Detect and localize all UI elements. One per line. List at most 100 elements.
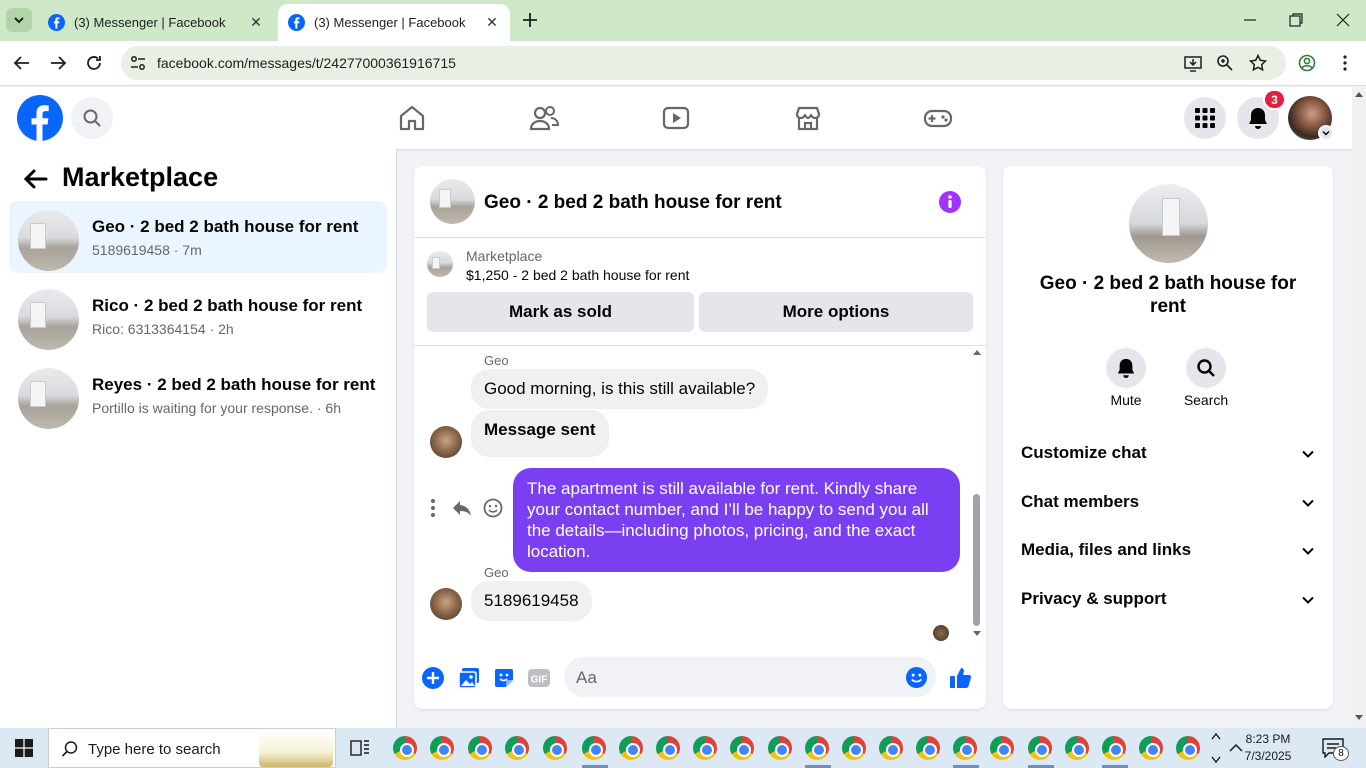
install-app-icon[interactable]: [1184, 54, 1202, 72]
chrome-taskbar-icon[interactable]: [1102, 736, 1126, 760]
account-caret[interactable]: [1318, 125, 1334, 141]
outgoing-message[interactable]: The apartment is still available for ren…: [513, 468, 960, 572]
address-bar[interactable]: facebook.com/messages/t/2427700036191671…: [121, 46, 1286, 80]
marketplace-icon[interactable]: [793, 103, 823, 133]
chrome-taskbar-icon[interactable]: [393, 736, 417, 760]
back-arrow-icon[interactable]: [22, 168, 48, 190]
chrome-taskbar-icon[interactable]: [1028, 736, 1052, 760]
mute-button[interactable]: [1106, 348, 1146, 388]
chrome-taskbar-icon[interactable]: [916, 736, 940, 760]
scroll-down-icon[interactable]: [1355, 715, 1363, 721]
browser-tab-1[interactable]: (3) Messenger | Facebook ✕: [38, 4, 274, 41]
gaming-icon[interactable]: [923, 103, 953, 133]
gif-icon[interactable]: GIF: [527, 666, 551, 690]
search-highlight-image[interactable]: [259, 731, 333, 767]
scroll-up-icon[interactable]: [1355, 91, 1363, 97]
reply-icon[interactable]: [451, 497, 473, 519]
start-button[interactable]: [0, 728, 48, 768]
chrome-taskbar-icon[interactable]: [953, 736, 977, 760]
customize-chat-row[interactable]: Customize chat: [1021, 439, 1321, 469]
chrome-taskbar-icon[interactable]: [805, 736, 829, 760]
mark-as-sold-button[interactable]: Mark as sold: [427, 292, 694, 332]
incoming-message[interactable]: Good morning, is this still available?: [471, 369, 769, 409]
more-options-button[interactable]: More options: [699, 292, 973, 332]
chat-members-row[interactable]: Chat members: [1021, 488, 1321, 518]
chrome-taskbar-icon[interactable]: [730, 736, 754, 760]
chrome-taskbar-icon[interactable]: [842, 736, 866, 760]
sender-avatar[interactable]: [430, 588, 462, 620]
more-actions-icon[interactable]: [422, 497, 444, 519]
scrollbar-thumb[interactable]: [973, 494, 980, 626]
chrome-taskbar-icon[interactable]: [505, 736, 529, 760]
listing-large-thumbnail[interactable]: [1129, 184, 1208, 263]
forward-icon[interactable]: [48, 53, 68, 73]
scroll-up-icon[interactable]: [972, 348, 982, 356]
sticker-icon[interactable]: [492, 666, 516, 690]
chrome-taskbar-icon[interactable]: [879, 736, 903, 760]
info-icon[interactable]: [938, 190, 962, 214]
search-in-conversation-button[interactable]: [1186, 348, 1226, 388]
taskbar-clock[interactable]: 8:23 PM 7/3/2025: [1228, 731, 1308, 765]
scroll-down-icon[interactable]: [972, 630, 982, 638]
chrome-taskbar-icon[interactable]: [619, 736, 643, 760]
minimize-icon[interactable]: [1242, 12, 1258, 28]
chrome-taskbar-icon[interactable]: [1139, 736, 1163, 760]
chrome-taskbar-icon[interactable]: [1176, 736, 1200, 760]
media-files-links-row[interactable]: Media, files and links: [1021, 536, 1321, 566]
listing-price-title[interactable]: $1,250 - 2 bed 2 bath house for rent: [466, 267, 689, 283]
incoming-message[interactable]: 5189619458: [471, 581, 592, 621]
new-tab-icon[interactable]: [520, 10, 540, 30]
restore-icon[interactable]: [1288, 12, 1304, 28]
chat-avatar-thumbnail[interactable]: [430, 179, 475, 224]
message-input-placeholder: Aa: [576, 668, 597, 687]
bookmark-star-icon[interactable]: [1249, 54, 1267, 72]
friends-icon[interactable]: [529, 103, 559, 133]
chrome-taskbar-icon[interactable]: [768, 736, 792, 760]
emoji-icon[interactable]: [905, 666, 928, 689]
chrome-taskbar-icon[interactable]: [468, 736, 492, 760]
conversation-item[interactable]: Geo · 2 bed 2 bath house for rent 518961…: [9, 201, 387, 273]
facebook-logo-icon[interactable]: [17, 95, 63, 141]
page-scrollbar[interactable]: [1352, 87, 1366, 727]
clock-time: 8:23 PM: [1245, 732, 1291, 746]
task-view-icon[interactable]: [350, 738, 370, 758]
chrome-taskbar-icon[interactable]: [693, 736, 717, 760]
chrome-taskbar-icon[interactable]: [430, 736, 454, 760]
browser-tab-2[interactable]: (3) Messenger | Facebook ✕: [278, 4, 510, 41]
chrome-taskbar-icon[interactable]: [543, 736, 567, 760]
video-icon[interactable]: [661, 103, 691, 133]
back-icon[interactable]: [12, 53, 32, 73]
like-thumb-icon[interactable]: [949, 666, 973, 690]
tab-search-button[interactable]: [6, 8, 32, 32]
menu-button[interactable]: [1184, 97, 1226, 139]
conversation-item[interactable]: Rico · 2 bed 2 bath house for rent Rico:…: [9, 280, 387, 352]
photo-icon[interactable]: [457, 666, 481, 690]
privacy-support-row[interactable]: Privacy & support: [1021, 585, 1321, 615]
browser-menu-icon[interactable]: [1336, 54, 1354, 72]
chat-title[interactable]: Geo · 2 bed 2 bath house for rent: [484, 192, 782, 214]
sender-avatar[interactable]: [430, 426, 462, 458]
taskbar-search-box[interactable]: Type here to search: [48, 728, 336, 768]
chrome-taskbar-icon[interactable]: [582, 736, 606, 760]
chrome-taskbar-icon[interactable]: [656, 736, 680, 760]
taskbar-scroll-icon[interactable]: [1211, 731, 1221, 765]
facebook-search-button[interactable]: [71, 97, 113, 139]
chrome-taskbar-icon[interactable]: [990, 736, 1014, 760]
chrome-taskbar-icon[interactable]: [1065, 736, 1089, 760]
react-smiley-icon[interactable]: [482, 497, 504, 519]
plus-circle-icon[interactable]: [421, 666, 445, 690]
listing-thumbnail[interactable]: [427, 251, 453, 277]
zoom-icon[interactable]: [1216, 54, 1234, 72]
profile-icon[interactable]: [1298, 54, 1316, 72]
chat-scrollbar[interactable]: [972, 348, 982, 644]
incoming-message[interactable]: Message sent: [471, 410, 609, 457]
reload-icon[interactable]: [84, 53, 104, 73]
home-icon[interactable]: [397, 103, 427, 133]
close-tab-icon[interactable]: ✕: [484, 14, 500, 31]
message-sender: Geo: [484, 565, 509, 580]
close-window-icon[interactable]: [1335, 12, 1351, 28]
message-input[interactable]: Aa: [564, 657, 936, 697]
conversation-item[interactable]: Reyes · 2 bed 2 bath house for rent Port…: [9, 359, 387, 431]
close-tab-icon[interactable]: ✕: [248, 14, 264, 31]
site-info-icon[interactable]: [129, 54, 147, 72]
